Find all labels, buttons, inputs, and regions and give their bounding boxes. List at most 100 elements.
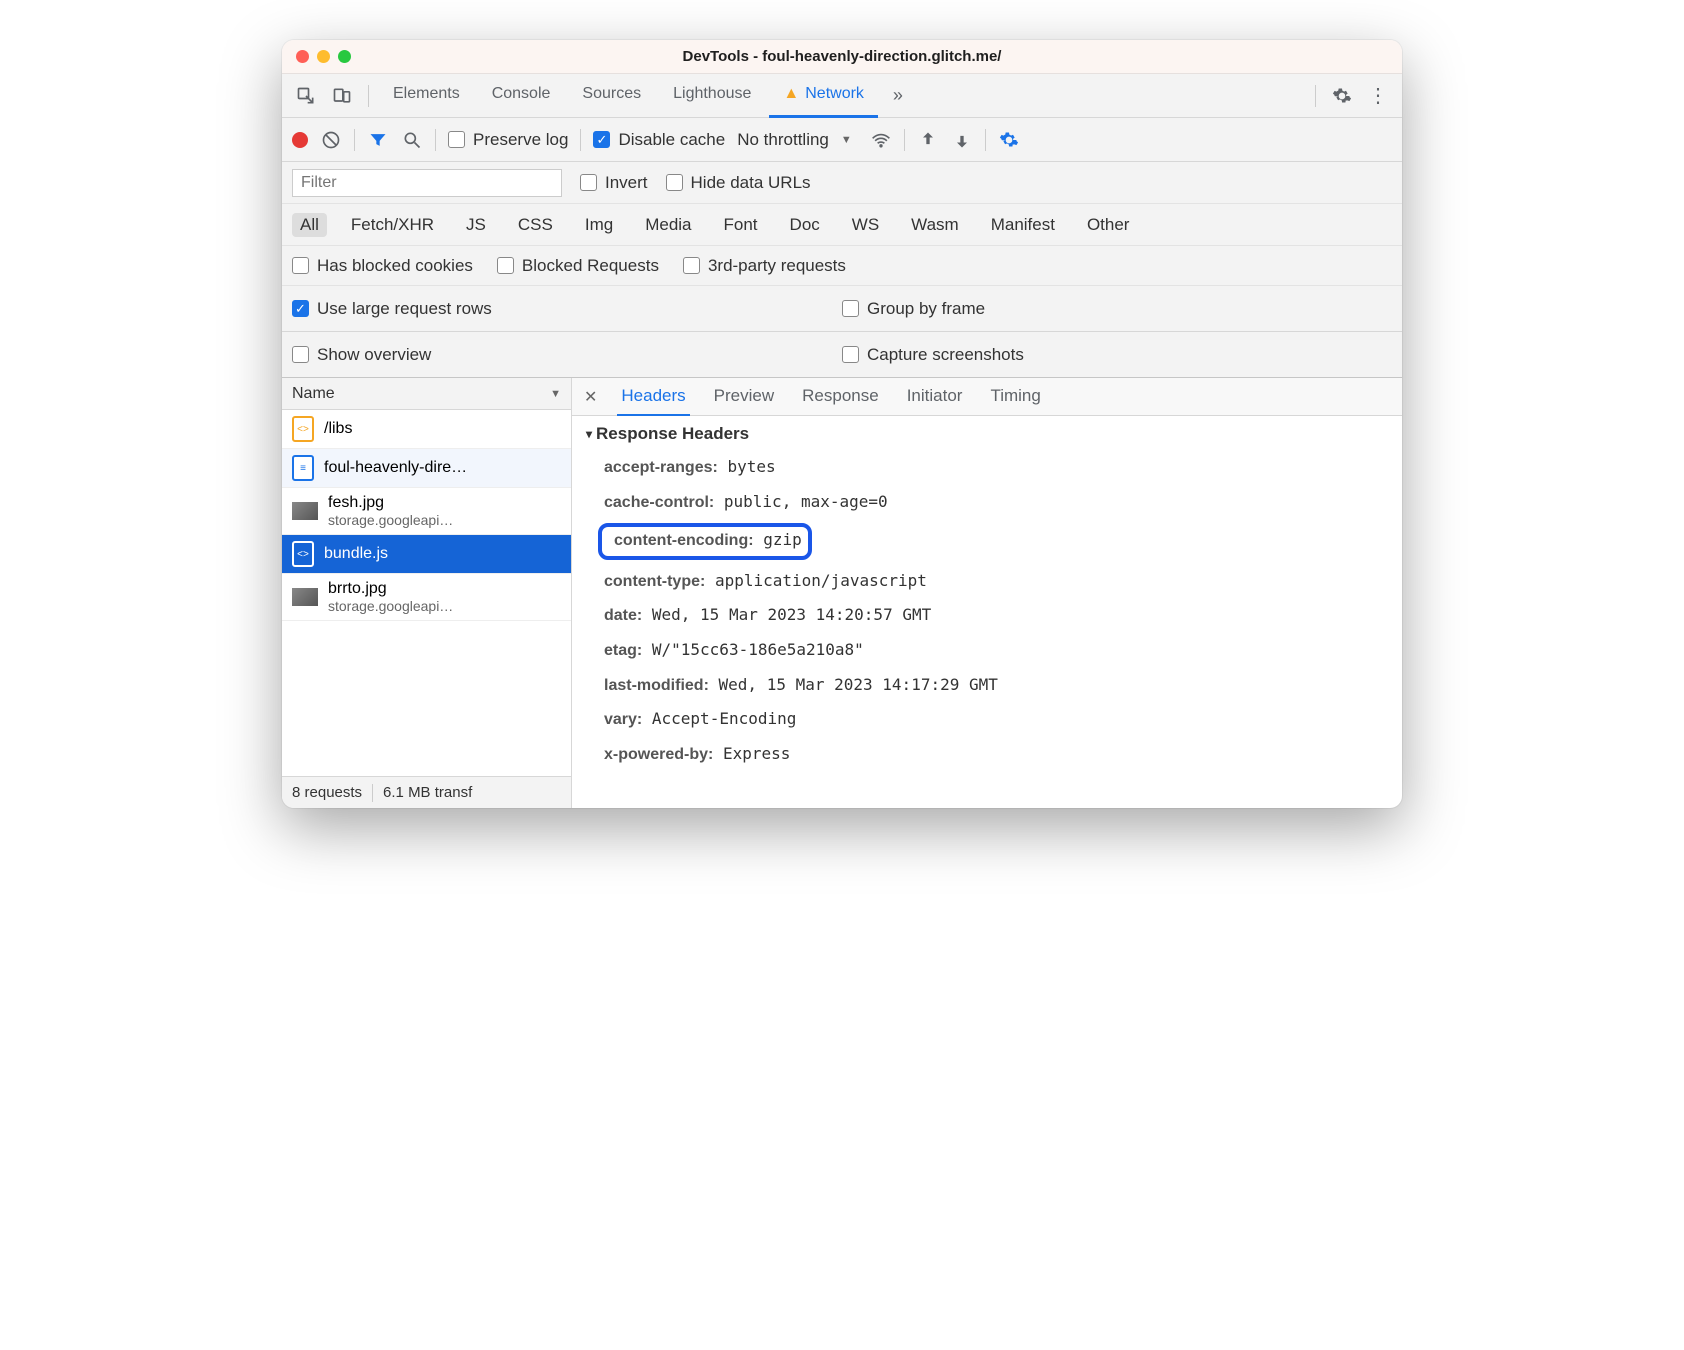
record-button[interactable]: [292, 132, 308, 148]
clear-icon[interactable]: [320, 129, 342, 151]
highlighted-header: content-encoding: gzip: [598, 523, 812, 560]
header-key: vary:: [604, 711, 642, 728]
close-window-button[interactable]: [296, 50, 309, 63]
titlebar: DevTools - foul-heavenly-direction.glitc…: [282, 40, 1402, 74]
upload-har-icon[interactable]: [917, 129, 939, 151]
network-conditions-icon[interactable]: [870, 129, 892, 151]
invert-checkbox[interactable]: Invert: [580, 173, 648, 193]
type-fetch-xhr[interactable]: Fetch/XHR: [343, 213, 442, 237]
blocked-requests-checkbox[interactable]: Blocked Requests: [497, 256, 659, 276]
separator: [368, 85, 369, 107]
status-bar: 8 requests 6.1 MB transf: [282, 776, 571, 808]
device-toggle-icon[interactable]: [326, 80, 358, 112]
type-font[interactable]: Font: [716, 213, 766, 237]
options-row-1: Use large request rows Group by frame: [282, 286, 1402, 332]
header-row: vary: Accept-Encoding: [586, 702, 1388, 737]
checkbox-icon: [666, 174, 683, 191]
header-value: Express: [723, 744, 790, 763]
header-row: content-type: application/javascript: [586, 564, 1388, 599]
header-key: x-powered-by:: [604, 746, 713, 763]
request-name: fesh.jpg: [328, 494, 561, 512]
show-overview-checkbox[interactable]: Show overview: [292, 345, 431, 365]
checkbox-icon: [580, 174, 597, 191]
capture-screenshots-checkbox[interactable]: Capture screenshots: [842, 345, 1024, 365]
request-row[interactable]: ≡ foul-heavenly-dire…: [282, 449, 571, 488]
document-file-icon: ≡: [292, 455, 314, 481]
has-blocked-cookies-checkbox[interactable]: Has blocked cookies: [292, 256, 473, 276]
checkbox-icon: [292, 257, 309, 274]
detail-tab-response[interactable]: Response: [798, 378, 883, 416]
request-name: foul-heavenly-dire…: [324, 459, 561, 477]
type-js[interactable]: JS: [458, 213, 494, 237]
response-headers-section[interactable]: Response Headers: [586, 424, 1388, 444]
header-value: bytes: [727, 457, 775, 476]
header-key: content-type:: [604, 573, 705, 590]
checkbox-icon: [683, 257, 700, 274]
column-header-name[interactable]: Name ▼: [282, 378, 571, 410]
tab-network[interactable]: ▲ Network: [769, 74, 878, 118]
kebab-menu-icon[interactable]: ⋮: [1362, 80, 1394, 112]
type-manifest[interactable]: Manifest: [983, 213, 1063, 237]
script-file-icon: <>: [292, 416, 314, 442]
filter-row: Invert Hide data URLs: [282, 162, 1402, 204]
type-wasm[interactable]: Wasm: [903, 213, 967, 237]
type-css[interactable]: CSS: [510, 213, 561, 237]
header-row: last-modified: Wed, 15 Mar 2023 14:17:29…: [586, 668, 1388, 703]
tab-lighthouse[interactable]: Lighthouse: [659, 74, 765, 118]
detail-tabs: ✕ Headers Preview Response Initiator Tim…: [572, 378, 1402, 416]
tab-elements[interactable]: Elements: [379, 74, 474, 118]
request-name: brrto.jpg: [328, 580, 561, 598]
main-panel: Name ▼ <> /libs ≡ foul-heavenly-dire… fesh.j…: [282, 378, 1402, 808]
tab-console[interactable]: Console: [478, 74, 565, 118]
more-tabs-icon[interactable]: »: [882, 80, 914, 112]
request-name: /libs: [324, 420, 561, 438]
preserve-log-checkbox[interactable]: Preserve log: [448, 130, 568, 150]
checkbox-icon: [448, 131, 465, 148]
header-row: etag: W/"15cc63-186e5a210a8": [586, 633, 1388, 668]
detail-tab-initiator[interactable]: Initiator: [903, 378, 967, 416]
header-key: content-encoding:: [614, 532, 754, 549]
close-detail-icon[interactable]: ✕: [584, 387, 597, 407]
type-doc[interactable]: Doc: [782, 213, 828, 237]
network-settings-icon[interactable]: [998, 129, 1020, 151]
detail-tab-preview[interactable]: Preview: [710, 378, 778, 416]
header-row: accept-ranges: bytes: [586, 450, 1388, 485]
request-row[interactable]: brrto.jpgstorage.googleapi…: [282, 574, 571, 621]
throttling-select[interactable]: No throttling ▼: [737, 130, 858, 150]
large-rows-checkbox[interactable]: Use large request rows: [292, 299, 492, 319]
request-row[interactable]: <> /libs: [282, 410, 571, 449]
chevron-down-icon: ▼: [841, 134, 852, 146]
filter-toggle-icon[interactable]: [367, 129, 389, 151]
third-party-checkbox[interactable]: 3rd-party requests: [683, 256, 846, 276]
window-controls: [296, 50, 351, 63]
maximize-window-button[interactable]: [338, 50, 351, 63]
group-by-frame-checkbox[interactable]: Group by frame: [842, 299, 985, 319]
minimize-window-button[interactable]: [317, 50, 330, 63]
filter-input[interactable]: [292, 169, 562, 197]
request-row[interactable]: fesh.jpgstorage.googleapi…: [282, 488, 571, 535]
request-row[interactable]: <>bundle.js: [282, 535, 571, 574]
type-media[interactable]: Media: [637, 213, 699, 237]
resource-types-row: All Fetch/XHR JS CSS Img Media Font Doc …: [282, 204, 1402, 246]
detail-tab-timing[interactable]: Timing: [986, 378, 1044, 416]
header-row: date: Wed, 15 Mar 2023 14:20:57 GMT: [586, 598, 1388, 633]
download-har-icon[interactable]: [951, 129, 973, 151]
window-title: DevTools - foul-heavenly-direction.glitc…: [282, 48, 1402, 65]
settings-icon[interactable]: [1326, 80, 1358, 112]
tab-sources[interactable]: Sources: [568, 74, 655, 118]
inspect-icon[interactable]: [290, 80, 322, 112]
detail-tab-headers[interactable]: Headers: [617, 378, 689, 416]
header-row: cache-control: public, max-age=0: [586, 485, 1388, 520]
type-ws[interactable]: WS: [844, 213, 887, 237]
type-img[interactable]: Img: [577, 213, 621, 237]
type-other[interactable]: Other: [1079, 213, 1138, 237]
header-key: accept-ranges:: [604, 459, 718, 476]
main-tabbar: Elements Console Sources Lighthouse ▲ Ne…: [282, 74, 1402, 118]
checkbox-icon: [842, 300, 859, 317]
disable-cache-checkbox[interactable]: Disable cache: [593, 130, 725, 150]
search-icon[interactable]: [401, 129, 423, 151]
type-all[interactable]: All: [292, 213, 327, 237]
hide-data-urls-checkbox[interactable]: Hide data URLs: [666, 173, 811, 193]
header-key: last-modified:: [604, 677, 709, 694]
chevron-down-icon: ▼: [550, 388, 561, 400]
